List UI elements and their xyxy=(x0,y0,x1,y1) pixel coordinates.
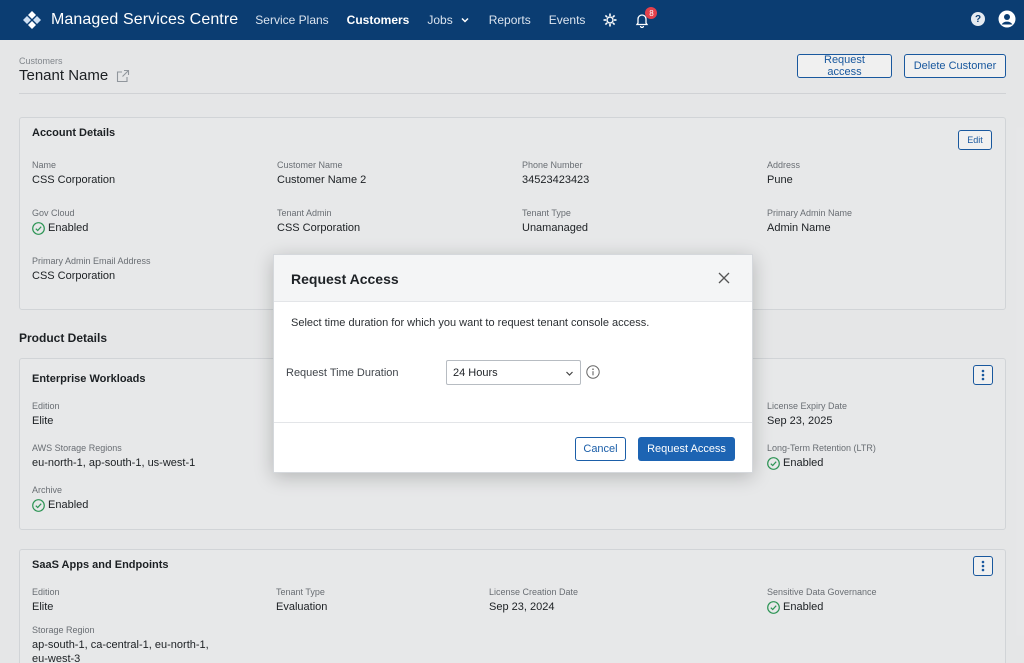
app-title: Managed Services Centre xyxy=(51,11,239,28)
chevron-down-icon[interactable] xyxy=(460,15,470,25)
top-right-actions: ? xyxy=(971,10,1016,28)
top-nav-bar: Managed Services Centre Service Plans Cu… xyxy=(0,0,1024,40)
dialog-title: Request Access xyxy=(291,271,399,287)
nav-jobs[interactable]: Jobs xyxy=(427,13,452,27)
user-icon[interactable] xyxy=(998,10,1016,28)
dialog-description: Select time duration for which you want … xyxy=(291,317,650,329)
close-icon[interactable] xyxy=(718,272,730,284)
cancel-button[interactable]: Cancel xyxy=(575,437,626,461)
brand[interactable]: Managed Services Centre xyxy=(22,10,238,30)
nav-events[interactable]: Events xyxy=(549,13,586,27)
info-icon[interactable] xyxy=(586,365,600,379)
duration-label: Request Time Duration xyxy=(286,367,399,379)
request-access-dialog: Request Access Select time duration for … xyxy=(273,254,753,473)
dialog-header: Request Access xyxy=(274,255,752,302)
nav-service-plans[interactable]: Service Plans xyxy=(255,13,328,27)
main-nav: Service Plans Customers Jobs Reports Eve… xyxy=(246,7,658,29)
gear-icon[interactable] xyxy=(602,12,618,28)
app-logo-icon xyxy=(23,11,41,29)
duration-select[interactable]: 24 Hours xyxy=(446,360,581,385)
dialog-footer-divider xyxy=(274,422,752,423)
duration-selected-value: 24 Hours xyxy=(453,366,498,379)
nav-customers[interactable]: Customers xyxy=(347,13,410,27)
nav-reports[interactable]: Reports xyxy=(489,13,531,27)
chevron-down-icon xyxy=(566,371,573,376)
notification-badge: 8 xyxy=(645,7,658,19)
notifications[interactable]: 8 xyxy=(634,7,658,29)
request-access-submit-button[interactable]: Request Access xyxy=(638,437,735,461)
help-icon[interactable]: ? xyxy=(971,12,985,26)
